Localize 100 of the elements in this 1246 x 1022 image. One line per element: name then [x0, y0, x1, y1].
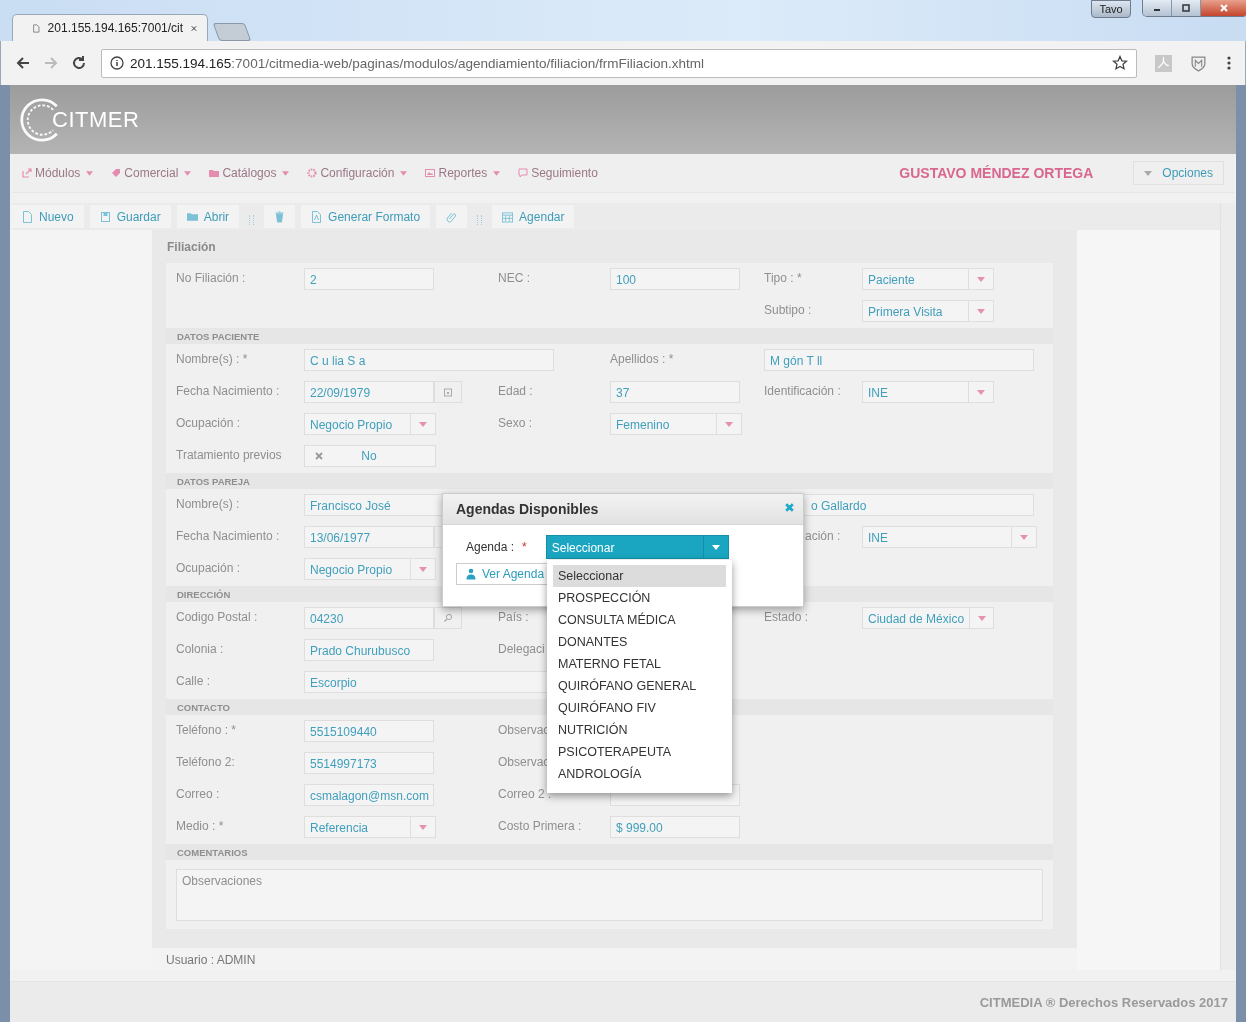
new-tab-button[interactable]: [212, 23, 252, 41]
user-status: Usuario : ADMIN: [152, 948, 1077, 970]
toolbar-button[interactable]: Nuevo: [12, 205, 84, 228]
folder-icon: [186, 210, 198, 223]
select-field[interactable]: Ciudad de México: [862, 607, 994, 629]
icon-button[interactable]: [264, 205, 296, 228]
dropdown-option[interactable]: PSICOTERAPEUTA: [553, 741, 726, 763]
scrollbar[interactable]: [1220, 203, 1235, 970]
options-button[interactable]: Opciones: [1133, 161, 1224, 185]
menu-item[interactable]: Comercial: [111, 166, 192, 180]
menu-item[interactable]: Configuración: [307, 166, 408, 180]
profile-button[interactable]: Tavo: [1091, 0, 1131, 18]
text-field[interactable]: M gón T ll: [764, 349, 1034, 371]
field-label: Ocupación :: [176, 560, 241, 575]
comment-icon: [518, 168, 529, 178]
close-button[interactable]: [1201, 0, 1246, 16]
toolbar-separator: [477, 214, 483, 225]
date-field[interactable]: 22/09/1979: [304, 381, 434, 403]
caret-icon: [725, 421, 733, 427]
field-label: Teléfono 2:: [176, 754, 235, 769]
agenda-select[interactable]: Seleccionar: [545, 535, 729, 559]
field-value: C u lia S a: [310, 354, 366, 368]
select-field[interactable]: Referencia: [304, 816, 436, 838]
forward-icon[interactable]: [43, 55, 59, 71]
external-link-icon: [22, 168, 32, 178]
back-icon[interactable]: [15, 55, 31, 71]
text-field[interactable]: $ 999.00: [610, 816, 740, 838]
menu-item[interactable]: Módulos: [22, 166, 94, 180]
menu-icon[interactable]: [1227, 55, 1231, 71]
field-label: Identificación :: [764, 383, 841, 398]
caret-icon: [977, 308, 985, 314]
select-field[interactable]: INE: [862, 381, 994, 403]
dropdown-option[interactable]: QUIRÓFANO GENERAL: [553, 675, 726, 697]
text-field[interactable]: 5514997173: [304, 752, 434, 774]
address-bar[interactable]: 201.155.194.165:7001/citmedia-web/paginas/modulos/agendiamiento/filiacion/frmFiliacion.xhtml: [101, 48, 1137, 78]
field-value: 37: [616, 386, 630, 400]
text-field[interactable]: 2: [304, 268, 434, 290]
text-field[interactable]: C u lia S a: [304, 349, 554, 371]
dropdown-option[interactable]: Seleccionar: [553, 565, 726, 587]
close-icon[interactable]: [784, 501, 795, 513]
star-icon[interactable]: [1112, 55, 1128, 71]
field-label: Colonia :: [176, 641, 224, 656]
close-icon: [1219, 3, 1229, 13]
select-field[interactable]: Paciente: [862, 268, 994, 290]
calendar-button[interactable]: [434, 381, 462, 403]
caret-icon: [711, 544, 720, 550]
toolbar-button[interactable]: Agendar: [492, 205, 575, 228]
dropdown-option[interactable]: ANDROLOGÍA: [553, 763, 726, 785]
select-field[interactable]: Negocio Propio: [304, 558, 436, 580]
field-label: Teléfono : *: [176, 722, 237, 737]
dropdown-option[interactable]: CONSULTA MÉDICA: [553, 609, 726, 631]
section-heading: CONTACTO: [177, 701, 230, 713]
browser-tab[interactable]: 201.155.194.165:7001/cit: [12, 14, 208, 41]
tag-icon: [111, 168, 122, 178]
minimize-button[interactable]: [1143, 0, 1172, 16]
field-label: Correo 2 :: [498, 786, 552, 801]
maximize-button[interactable]: [1172, 0, 1201, 16]
caret-icon: [419, 824, 427, 830]
logo-text: CITMER: [52, 106, 140, 133]
pdf-extension-icon[interactable]: [1155, 54, 1172, 72]
dropdown-option[interactable]: MATERNO FETAL: [553, 653, 726, 675]
toolbar-button[interactable]: Guardar: [89, 205, 171, 228]
dropdown-option[interactable]: NUTRICIÓN: [553, 719, 726, 741]
field-label: Tratamiento previos: [176, 447, 282, 462]
field-value: csmalagon@msn.com: [310, 789, 429, 803]
select-field[interactable]: INE: [862, 526, 1037, 548]
field-label: Calle :: [176, 673, 210, 688]
user-name: GUSTAVO MÉNDEZ ORTEGA: [899, 165, 1094, 181]
date-field[interactable]: 13/06/1977: [304, 526, 434, 548]
text-field[interactable]: 37: [610, 381, 740, 403]
text-field[interactable]: 100: [610, 268, 740, 290]
shield-icon[interactable]: [1190, 54, 1207, 72]
select-field[interactable]: Femenino: [610, 413, 742, 435]
text-field[interactable]: 5515109440: [304, 720, 434, 742]
comments-textarea[interactable]: Observaciones: [176, 869, 1043, 921]
select-field[interactable]: Negocio Propio: [304, 413, 436, 435]
toolbar-separator: [249, 214, 255, 225]
icon-button[interactable]: [436, 205, 468, 228]
dropdown-option[interactable]: DONANTES: [553, 631, 726, 653]
menu-item[interactable]: Reportes: [425, 166, 501, 180]
text-field[interactable]: csmalagon@msn.com: [304, 784, 434, 806]
postal-code-field[interactable]: 04230: [304, 607, 434, 629]
toolbar-button[interactable]: Abrir: [176, 205, 240, 228]
field-label: Edad :: [498, 383, 533, 398]
field-value: 2: [310, 273, 317, 287]
dropdown-option[interactable]: QUIRÓFANO FIV: [553, 697, 726, 719]
menu-item[interactable]: Seguimiento: [518, 166, 598, 180]
caret-icon: [419, 421, 427, 427]
select-field[interactable]: Primera Visita: [862, 300, 994, 322]
toggle-switch[interactable]: No: [304, 445, 436, 467]
toolbar-button[interactable]: Generar Formato: [301, 205, 431, 228]
dropdown-option[interactable]: PROSPECCIÓN: [553, 587, 726, 609]
menu-item[interactable]: Catálogos: [209, 166, 290, 180]
url-text: 201.155.194.165:7001/citmedia-web/paginas/modulos/agendiamiento/filiacion/frmFiliacion.xhtml: [130, 55, 706, 71]
field-label: País :: [498, 609, 529, 624]
text-field[interactable]: Prado Churubusco: [304, 639, 434, 661]
field-value: Francisco José: [310, 499, 391, 513]
reload-icon[interactable]: [71, 55, 87, 71]
close-icon[interactable]: [191, 23, 197, 33]
search-button[interactable]: [434, 607, 462, 629]
